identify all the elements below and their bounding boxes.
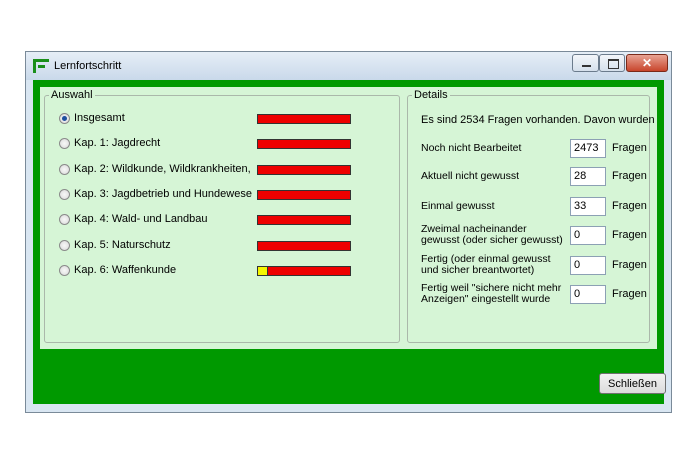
radio-label: Kap. 3: Jagdbetrieb und Hundewese: [74, 188, 252, 200]
radio-button[interactable]: [59, 164, 70, 175]
count-field[interactable]: 28: [570, 167, 606, 186]
radio-button[interactable]: [59, 113, 70, 124]
progress-bar: [257, 215, 351, 225]
detail-unit: Fragen: [612, 288, 647, 300]
detail-unit: Fragen: [612, 259, 647, 271]
detail-label: Aktuell nicht gewusst: [421, 170, 520, 182]
radio-label: Kap. 6: Waffenkunde: [74, 264, 177, 276]
details-group: Details Es sind 2534 Fragen vorhanden. D…: [407, 89, 655, 343]
detail-unit: Fragen: [612, 170, 647, 182]
radio-button[interactable]: [59, 138, 70, 149]
progress-fill: [258, 267, 269, 275]
detail-label: Fertig (oder einmal gewusst und sicher b…: [421, 253, 551, 276]
radio-button[interactable]: [59, 240, 70, 251]
minimize-icon: [582, 65, 591, 67]
progress-bar: [257, 241, 351, 251]
close-icon: ✕: [641, 56, 653, 70]
radio-button[interactable]: [59, 189, 70, 200]
window-close-button[interactable]: ✕: [626, 54, 668, 72]
count-field[interactable]: 0: [570, 285, 606, 304]
lernfortschritt-window: Lernfortschritt ✕ Auswahl Insgesamt Kap. …: [25, 51, 672, 413]
radio-label: Kap. 4: Wald- und Landbau: [74, 213, 208, 225]
count-field[interactable]: 2473: [570, 139, 606, 158]
minimize-button[interactable]: [572, 54, 599, 72]
maximize-button[interactable]: [599, 54, 625, 72]
window-title: Lernfortschritt: [54, 60, 122, 72]
progress-bar: [257, 190, 351, 200]
progress-bar: [257, 114, 351, 124]
detail-label: Zweimal nacheinander gewusst (oder siche…: [421, 223, 563, 246]
close-button[interactable]: Schließen: [599, 373, 666, 394]
radio-label: Insgesamt: [74, 112, 125, 124]
count-field[interactable]: 0: [570, 256, 606, 275]
detail-unit: Fragen: [612, 229, 647, 241]
auswahl-legend: Auswahl: [49, 89, 95, 101]
radio-label: Kap. 1: Jagdrecht: [74, 137, 161, 149]
detail-label: Fertig weil "sichere nicht mehr Anzeigen…: [421, 282, 562, 305]
maximize-icon: [608, 59, 619, 69]
client-area: Auswahl Insgesamt Kap. 1: Jagdrecht Kap. 2…: [33, 80, 666, 404]
content-panel: Auswahl Insgesamt Kap. 1: Jagdrecht Kap. 2…: [40, 87, 657, 349]
radio-button[interactable]: [59, 265, 70, 276]
auswahl-group: Auswahl Insgesamt Kap. 1: Jagdrecht Kap. 2…: [44, 89, 400, 343]
radio-label: Kap. 2: Wildkunde, Wildkrankheiten,: [74, 163, 251, 175]
details-intro: Es sind 2534 Fragen vorhanden. Davon wur…: [421, 114, 655, 126]
title-bar[interactable]: Lernfortschritt ✕: [26, 52, 671, 80]
progress-bar: [257, 139, 351, 149]
count-field[interactable]: 0: [570, 226, 606, 245]
radio-label: Kap. 5: Naturschutz: [74, 239, 171, 251]
detail-label: Einmal gewusst: [421, 200, 495, 212]
count-field[interactable]: 33: [570, 197, 606, 216]
detail-unit: Fragen: [612, 200, 647, 212]
detail-unit: Fragen: [612, 142, 647, 154]
progress-bar: [257, 266, 351, 276]
detail-label: Noch nicht Bearbeitet: [421, 142, 522, 154]
progress-bar: [257, 165, 351, 175]
radio-button[interactable]: [59, 214, 70, 225]
app-icon: [33, 59, 49, 73]
details-legend: Details: [412, 89, 450, 101]
